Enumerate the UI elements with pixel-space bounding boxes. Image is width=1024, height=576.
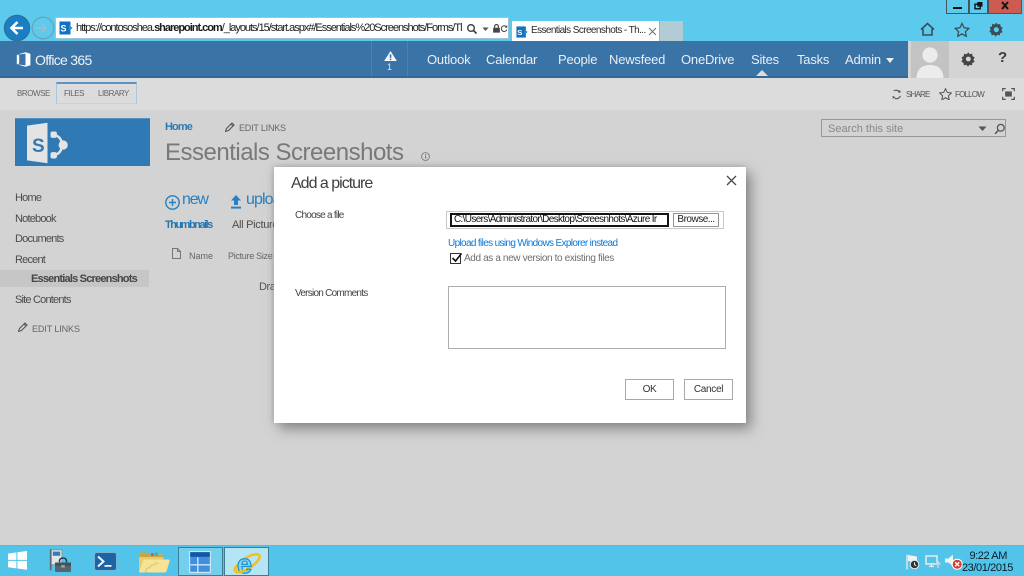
svg-text:S: S — [32, 136, 45, 157]
svg-text:S: S — [60, 24, 66, 34]
svg-text:S: S — [517, 28, 522, 37]
